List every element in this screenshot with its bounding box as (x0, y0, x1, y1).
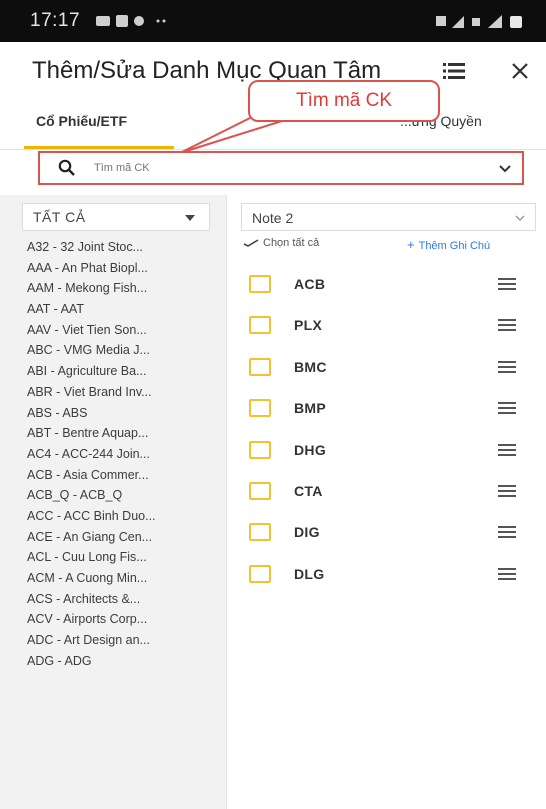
stock-list-item[interactable]: AAA - An Phat Biopl... (0, 258, 226, 279)
stock-list-item[interactable]: ACM - A Cuong Min... (0, 568, 226, 589)
stock-list-item[interactable]: ADG - ADG (0, 651, 226, 672)
watchlist-row[interactable]: DIG (227, 513, 546, 554)
checkmark-icon (243, 239, 259, 248)
stock-list-item[interactable]: ABC - VMG Media J... (0, 340, 226, 361)
ticker-code: BMC (294, 358, 327, 375)
signal-battery-icons (436, 15, 522, 28)
stock-list-item[interactable]: AAT - AAT (0, 299, 226, 320)
chevron-down-icon (515, 215, 525, 221)
row-checkbox[interactable] (249, 399, 271, 418)
stock-list: A32 - 32 Joint Stoc... AAA - An Phat Bio… (0, 237, 226, 671)
list-icon[interactable] (443, 60, 465, 82)
notification-icons (96, 15, 166, 27)
drag-handle-icon[interactable] (498, 319, 516, 332)
callout-text: Tìm mã CK (295, 90, 393, 111)
row-checkbox[interactable] (249, 275, 271, 293)
ticker-code: PLX (294, 317, 323, 334)
plus-icon: + (407, 237, 415, 252)
row-checkbox[interactable] (249, 564, 271, 583)
select-all-button[interactable]: Chọn tất cả (243, 237, 319, 249)
search-input[interactable] (94, 157, 474, 179)
note-dropdown[interactable]: Note 2 (241, 203, 536, 231)
ticker-code: DHG (294, 441, 327, 458)
watchlist-ticker-list: ACB PLX BMC BMP DHG CTA DIG DLG (227, 265, 546, 596)
ticker-code: CTA (294, 482, 323, 499)
stock-list-item[interactable]: ACB - Asia Commer... (0, 465, 226, 486)
stock-list-item[interactable]: ACB_Q - ACB_Q (0, 485, 226, 506)
stock-list-item[interactable]: ABR - Viet Brand Inv... (0, 382, 226, 403)
row-checkbox[interactable] (249, 357, 271, 376)
drag-handle-icon[interactable] (498, 526, 516, 539)
search-icon (58, 159, 75, 176)
drag-handle-icon[interactable] (498, 278, 516, 290)
add-note-label: Thêm Ghi Chú (418, 240, 491, 252)
close-icon[interactable] (510, 61, 530, 81)
row-checkbox[interactable] (249, 440, 271, 459)
ticker-code: DLG (294, 565, 325, 582)
tab-stocks-etf[interactable]: Cổ Phiếu/ETF (0, 100, 180, 150)
stock-list-item[interactable]: ACL - Cuu Long Fis... (0, 547, 226, 568)
ticker-code: DIG (294, 524, 320, 541)
watchlist-row[interactable]: DLG (227, 555, 546, 596)
annotation-callout: Tìm mã CK (248, 80, 440, 122)
watchlist-panel: Note 2 Chọn tất cả + Thêm Ghi Chú ACB PLX… (227, 195, 546, 809)
watchlist-actions: Chọn tất cả + Thêm Ghi Chú (227, 235, 546, 255)
watchlist-row[interactable]: BMC (227, 348, 546, 389)
drag-handle-icon[interactable] (498, 567, 516, 580)
ticker-code: ACB (294, 276, 326, 292)
stock-list-item[interactable]: ACC - ACC Binh Duo... (0, 506, 226, 527)
watchlist-row[interactable]: PLX (227, 306, 546, 347)
tab-stocks-etf-label: Cổ Phiếu/ETF (36, 113, 127, 129)
stock-list-item[interactable]: AAV - Viet Tien Son... (0, 320, 226, 341)
stock-list-item[interactable]: ADC - Art Design an... (0, 630, 226, 651)
status-bar: 17:17 (0, 0, 546, 42)
drag-handle-icon[interactable] (498, 402, 516, 415)
row-checkbox[interactable] (249, 481, 271, 500)
filter-dropdown-label: TẤT CẢ (33, 209, 86, 225)
drag-handle-icon[interactable] (498, 360, 516, 373)
caret-down-icon (185, 215, 195, 221)
stock-list-item[interactable]: AAM - Mekong Fish... (0, 278, 226, 299)
stock-list-item[interactable]: A32 - 32 Joint Stoc... (0, 237, 226, 258)
stock-list-item[interactable]: ABT - Bentre Aquap... (0, 423, 226, 444)
status-time: 17:17 (30, 10, 81, 31)
watchlist-row[interactable]: DHG (227, 431, 546, 472)
watchlist-row[interactable]: BMP (227, 389, 546, 430)
chevron-down-icon[interactable] (498, 162, 512, 176)
stock-list-item[interactable]: AC4 - ACC-244 Join... (0, 444, 226, 465)
filter-dropdown[interactable]: TẤT CẢ (22, 203, 210, 231)
row-checkbox[interactable] (249, 523, 271, 542)
drag-handle-icon[interactable] (498, 443, 516, 456)
watchlist-row[interactable]: ACB (227, 265, 546, 306)
row-checkbox[interactable] (249, 316, 271, 335)
drag-handle-icon[interactable] (498, 484, 516, 497)
ticker-code: BMP (294, 400, 327, 417)
stock-list-item[interactable]: ACV - Airports Corp... (0, 609, 226, 630)
stock-list-item[interactable]: ABI - Agriculture Ba... (0, 361, 226, 382)
add-note-button[interactable]: + Thêm Ghi Chú (407, 237, 490, 252)
stock-list-item[interactable]: ABS - ABS (0, 403, 226, 424)
watchlist-row[interactable]: CTA (227, 472, 546, 513)
stock-catalog-panel: TẤT CẢ A32 - 32 Joint Stoc... AAA - An P… (0, 195, 226, 809)
note-dropdown-label: Note 2 (252, 210, 294, 226)
select-all-label: Chọn tất cả (263, 237, 320, 249)
stock-list-item[interactable]: ACS - Architects &... (0, 589, 226, 610)
stock-list-item[interactable]: ACE - An Giang Cen... (0, 527, 226, 548)
search-stock-box[interactable] (38, 151, 524, 185)
active-tab-underline (24, 146, 174, 149)
